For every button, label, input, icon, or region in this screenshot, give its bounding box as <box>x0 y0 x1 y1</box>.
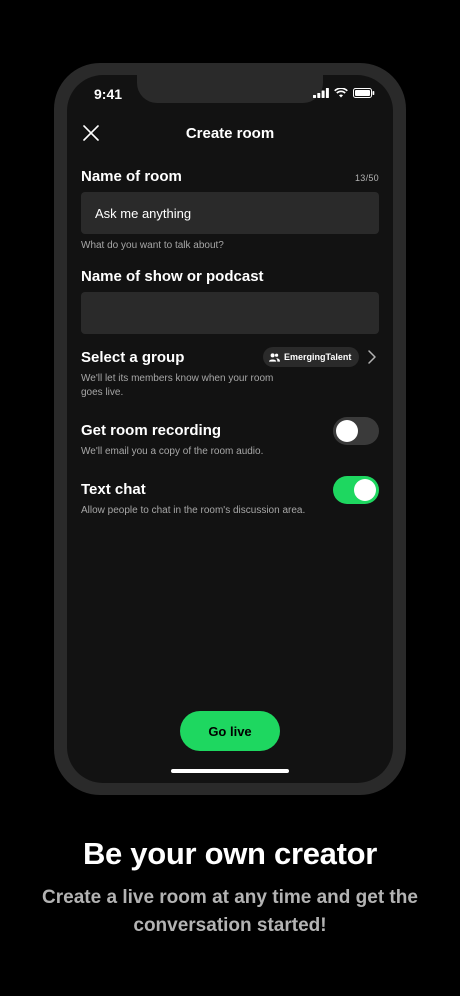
show-name-label: Name of show or podcast <box>81 268 264 285</box>
status-icons <box>313 88 375 98</box>
text-chat-toggle[interactable] <box>333 476 379 504</box>
home-indicator <box>171 769 289 773</box>
chevron-right-icon[interactable] <box>366 349 378 365</box>
room-name-input[interactable] <box>81 192 379 234</box>
group-chip-label: EmergingTalent <box>284 352 352 362</box>
marketing-headline: Be your own creator <box>82 836 378 871</box>
show-name-input[interactable] <box>81 292 379 334</box>
text-chat-label: Text chat <box>81 481 146 498</box>
room-name-helper: What do you want to talk about? <box>81 240 224 251</box>
phone-screen: 9:41 Create room Name of room 13/50 Ask … <box>67 75 393 783</box>
people-icon <box>269 352 280 362</box>
app-store-screenshot: 9:41 Create room Name of room 13/50 Ask … <box>0 0 460 996</box>
group-chip[interactable]: EmergingTalent <box>263 347 360 367</box>
notch <box>137 75 323 103</box>
recording-label: Get room recording <box>81 422 222 439</box>
group-label: Select a group <box>81 349 185 366</box>
go-live-button[interactable]: Go live <box>180 711 280 751</box>
room-name-counter: 13/50 <box>354 173 379 183</box>
recording-description: We'll email you a copy of the room audio… <box>81 446 264 457</box>
toggle-knob <box>354 479 376 501</box>
marketing-subline: Create a live room at any time and get t… <box>42 887 418 936</box>
recording-toggle[interactable] <box>333 417 379 445</box>
phone-frame: 9:41 Create room Name of room 13/50 Ask … <box>54 63 406 795</box>
wifi-icon <box>334 88 348 98</box>
text-chat-description: Allow people to chat in the room's discu… <box>81 505 306 516</box>
room-name-label: Name of room <box>81 168 182 185</box>
status-time: 9:41 <box>94 86 123 102</box>
signal-icon <box>313 88 329 98</box>
battery-icon <box>353 88 375 98</box>
page-title: Create room <box>185 125 275 142</box>
group-description: We'll let its members know when your roo… <box>81 373 274 398</box>
toggle-knob <box>336 420 358 442</box>
